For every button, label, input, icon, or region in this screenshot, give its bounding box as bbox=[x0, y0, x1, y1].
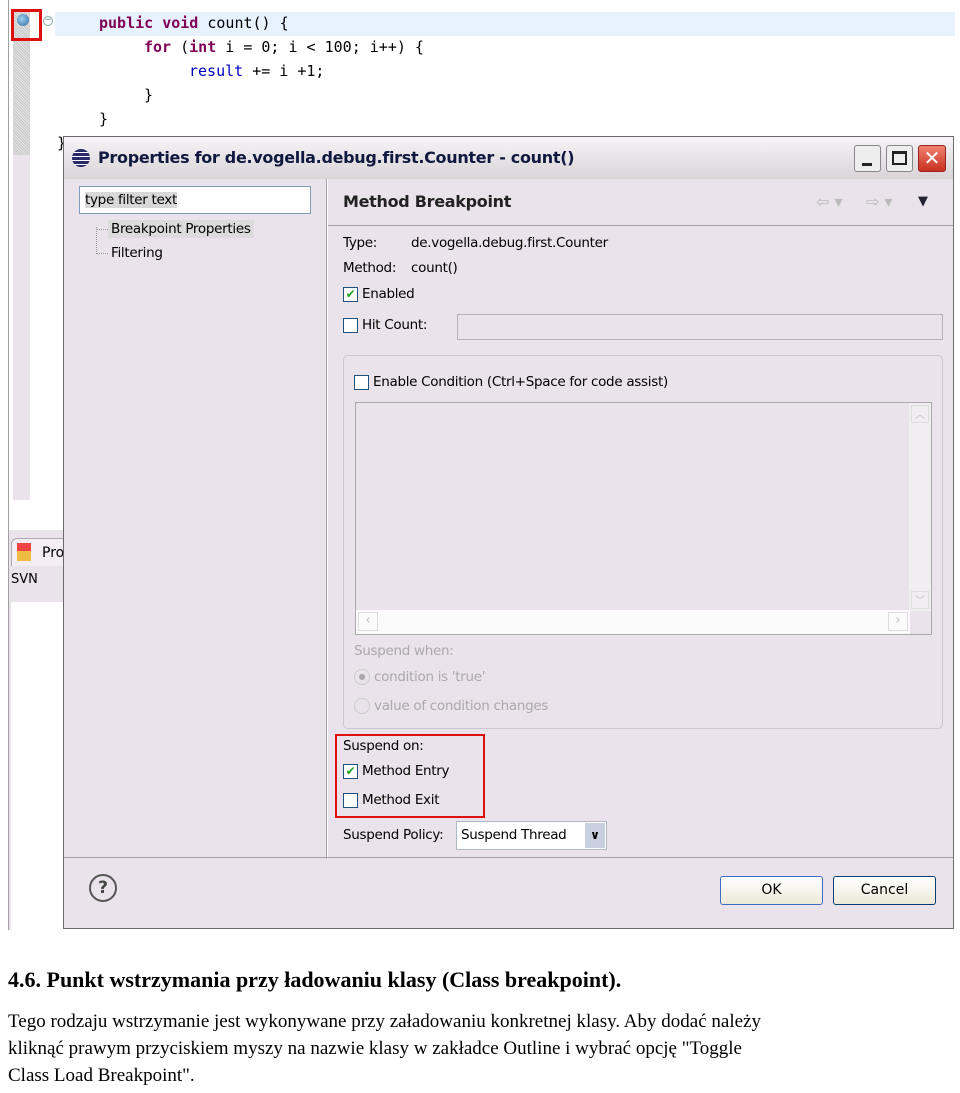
cancel-button[interactable]: Cancel bbox=[833, 876, 936, 905]
minimize-button[interactable] bbox=[854, 145, 881, 172]
help-button[interactable]: ? bbox=[89, 874, 117, 902]
button-bar-separator bbox=[64, 857, 953, 858]
vertical-scrollbar[interactable]: ︿ ﹀ bbox=[909, 403, 931, 611]
enabled-checkbox[interactable]: ✔ Enabled bbox=[343, 286, 415, 302]
suspend-when-label: Suspend when: bbox=[354, 643, 454, 659]
tree-item-breakpoint-properties[interactable]: Breakpoint Properties bbox=[96, 220, 254, 238]
close-icon: ✕ bbox=[923, 146, 941, 170]
chevron-down-icon: ∨ bbox=[585, 823, 605, 848]
help-icon: ? bbox=[98, 878, 108, 898]
close-button[interactable]: ✕ bbox=[918, 145, 946, 172]
svn-label: SVN bbox=[11, 572, 38, 587]
method-entry-checkbox[interactable]: ✔ Method Entry bbox=[343, 763, 450, 779]
type-row: Type: de.vogella.debug.first.Counter bbox=[343, 235, 608, 251]
side-view: Pro SVN bbox=[8, 530, 65, 930]
checkbox-checked-icon: ✔ bbox=[343, 286, 358, 302]
paragraph-line: Tego rodzaju wstrzymanie jest wykonywane… bbox=[8, 1011, 761, 1032]
tree-item-filtering[interactable]: Filtering bbox=[96, 245, 166, 261]
tree-item-label: Breakpoint Properties bbox=[108, 220, 254, 238]
properties-icon bbox=[17, 543, 31, 561]
back-button[interactable]: ⇦ ▾ bbox=[816, 192, 843, 211]
collapse-icon[interactable]: − bbox=[43, 16, 53, 26]
horizontal-scrollbar[interactable]: ‹ › bbox=[356, 610, 910, 634]
hit-count-input[interactable] bbox=[457, 314, 943, 340]
radio-condition-changes[interactable]: value of condition changes bbox=[354, 698, 548, 714]
suspend-on-label: Suspend on: bbox=[343, 738, 424, 754]
paragraph-line: Class Load Breakpoint". bbox=[8, 1065, 195, 1086]
suspend-policy-label: Suspend Policy: bbox=[343, 827, 444, 843]
ok-button[interactable]: OK bbox=[720, 876, 823, 905]
properties-dialog: Properties for de.vogella.debug.first.Co… bbox=[63, 136, 954, 929]
method-breakpoint-icon[interactable] bbox=[17, 14, 29, 26]
method-row: Method: count() bbox=[343, 260, 458, 276]
method-value: count() bbox=[411, 260, 458, 276]
section-heading: 4.6. Punkt wstrzymania przy ładowaniu kl… bbox=[8, 967, 622, 992]
minimize-icon bbox=[862, 163, 872, 166]
method-exit-checkbox[interactable]: Method Exit bbox=[343, 792, 439, 808]
filter-input[interactable]: type filter text bbox=[79, 186, 311, 214]
pane-divider bbox=[326, 179, 328, 859]
code-line: for (int i = 0; i < 100; i++) { bbox=[144, 38, 424, 56]
eclipse-icon bbox=[72, 149, 90, 167]
code-line: } bbox=[99, 110, 109, 128]
view-menu-icon[interactable]: ▼ bbox=[918, 194, 928, 209]
maximize-icon bbox=[892, 151, 907, 165]
suspend-policy-select[interactable]: Suspend Thread ∨ bbox=[456, 821, 607, 850]
code-line: public void count() { bbox=[99, 14, 289, 32]
filter-placeholder: type filter text bbox=[85, 192, 177, 208]
tab-properties[interactable]: Pro bbox=[11, 538, 65, 566]
side-view-content bbox=[11, 602, 65, 930]
forward-button[interactable]: ⇨ ▾ bbox=[866, 192, 893, 211]
tree-item-label: Filtering bbox=[111, 245, 163, 261]
maximize-button[interactable] bbox=[886, 145, 913, 172]
breakpoint-highlight-box bbox=[11, 9, 42, 41]
condition-editor[interactable]: ︿ ﹀ ‹ › bbox=[355, 402, 932, 635]
page-title: Method Breakpoint bbox=[343, 192, 512, 211]
code-line: result += i +1; bbox=[189, 62, 325, 80]
header-separator bbox=[328, 225, 953, 226]
radio-condition-true[interactable]: ● condition is 'true' bbox=[354, 669, 486, 685]
paragraph-line: kliknąć prawym przyciskiem myszy na nazw… bbox=[8, 1038, 742, 1059]
enable-condition-checkbox[interactable]: Enable Condition (Ctrl+Space for code as… bbox=[354, 374, 668, 390]
title-bar[interactable]: Properties for de.vogella.debug.first.Co… bbox=[64, 137, 953, 179]
tab-label: Pro bbox=[42, 545, 65, 561]
ruler-track bbox=[13, 155, 30, 500]
type-value: de.vogella.debug.first.Counter bbox=[411, 235, 608, 251]
dialog-title: Properties for de.vogella.debug.first.Co… bbox=[98, 148, 575, 167]
hit-count-checkbox[interactable]: Hit Count: bbox=[343, 317, 427, 333]
checkbox-checked-icon: ✔ bbox=[343, 763, 358, 779]
code-line: } bbox=[144, 86, 154, 104]
condition-group: Enable Condition (Ctrl+Space for code as… bbox=[343, 355, 943, 729]
